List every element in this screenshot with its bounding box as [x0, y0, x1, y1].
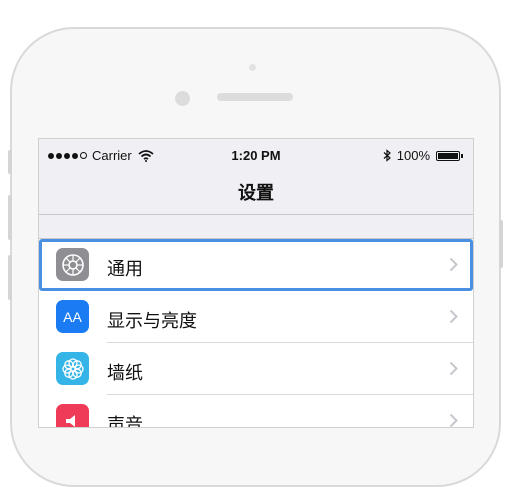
volume-down-button [8, 255, 12, 300]
earpiece-speaker [217, 93, 293, 101]
settings-row-label: 通用 [107, 259, 143, 279]
settings-row-wallpaper[interactable]: 墙纸 [39, 343, 473, 395]
bluetooth-icon [383, 149, 391, 162]
volume-up-button [8, 195, 12, 240]
battery-percent: 100% [396, 148, 430, 163]
gear-icon [56, 248, 89, 281]
status-right: 100% [383, 148, 463, 163]
power-button [499, 220, 503, 268]
chevron-right-icon [449, 257, 458, 272]
settings-list: 通用 AA 显示与亮度 墙纸 声音 [39, 238, 473, 428]
settings-row-sounds[interactable]: 声音 [39, 395, 473, 428]
navigation-bar: 设置 [39, 169, 473, 215]
speaker-icon [56, 404, 89, 427]
settings-row-label: 声音 [107, 415, 143, 428]
flower-icon [56, 352, 89, 385]
page-title: 设置 [238, 183, 274, 203]
proximity-sensor [249, 64, 256, 71]
settings-row-label: 墙纸 [107, 363, 143, 383]
screen: Carrier 1:20 PM 100% 设置 通用 AA 显示与亮度 墙纸 声… [38, 138, 474, 428]
settings-row-display-brightness[interactable]: AA 显示与亮度 [39, 291, 473, 343]
text-size-icon: AA [56, 300, 89, 333]
front-camera [175, 91, 190, 106]
status-bar: Carrier 1:20 PM 100% [39, 139, 473, 169]
battery-icon [436, 150, 463, 161]
chevron-right-icon [449, 361, 458, 376]
text-size-icon-label: AA [63, 308, 82, 325]
settings-row-label: 显示与亮度 [107, 311, 197, 331]
chevron-right-icon [449, 309, 458, 324]
settings-row-general[interactable]: 通用 [39, 239, 473, 291]
chevron-right-icon [449, 413, 458, 427]
mute-switch [8, 150, 12, 174]
